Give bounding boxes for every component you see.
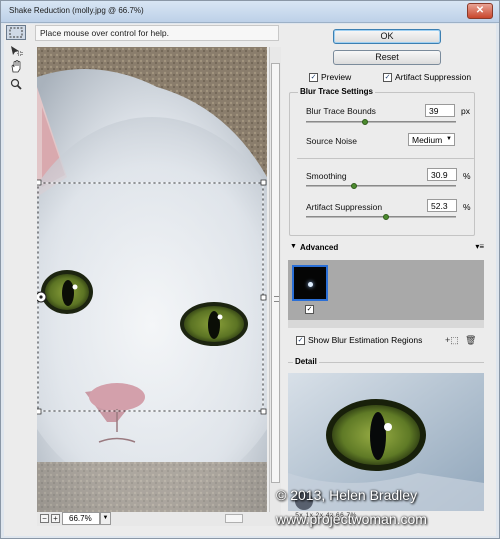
chevron-down-icon: ▼ <box>446 136 452 142</box>
vertical-scroll-thumb[interactable] <box>271 63 280 483</box>
source-noise-label: Source Noise <box>306 136 358 146</box>
thumbnails-footer <box>288 320 484 328</box>
blur-trace-bounds-knob[interactable] <box>362 119 368 125</box>
zoom-dropdown-icon[interactable]: ▼ <box>100 512 111 525</box>
marquee-tool-icon[interactable] <box>6 25 26 40</box>
artifact-suppression-checkbox[interactable]: ✓ Artifact Suppression <box>383 72 471 82</box>
blur-trace-mark <box>308 282 313 287</box>
close-icon[interactable]: ✕ <box>467 3 493 19</box>
artifact-suppression-slider[interactable] <box>306 214 456 220</box>
trash-icon[interactable]: 🗑 <box>465 335 476 346</box>
toolbox <box>4 25 32 95</box>
zoom-tool-icon[interactable] <box>6 76 26 91</box>
artifact-check-icon[interactable]: ✓ <box>383 72 392 82</box>
blur-trace-tool-icon[interactable] <box>6 42 26 57</box>
artifact-suppression-knob[interactable] <box>383 214 389 220</box>
preview-check-icon[interactable]: ✓ <box>309 72 318 82</box>
window-title: Shake Reduction (molly.jpg @ 66.7%) <box>9 6 144 15</box>
zoom-in-button[interactable]: + <box>51 514 60 523</box>
smoothing-knob[interactable] <box>351 183 357 189</box>
smoothing-label: Smoothing <box>306 171 347 181</box>
artifact-suppression-field[interactable]: 52.3 <box>427 199 457 212</box>
help-text: Place mouse over control for help. <box>40 28 169 38</box>
add-blur-trace-icon[interactable]: +⬚ <box>445 335 459 346</box>
show-blur-regions-label: Show Blur Estimation Regions <box>308 335 423 345</box>
hand-tool-icon[interactable] <box>6 59 26 74</box>
source-noise-value: Medium <box>412 135 443 145</box>
zoom-level-field[interactable]: 66.7% <box>62 512 100 525</box>
artifact-suppression-label: Artifact Suppression <box>395 72 472 82</box>
collapse-triangle-icon[interactable]: ▼ <box>290 243 297 250</box>
vertical-scrollbar[interactable] <box>269 47 281 512</box>
blur-trace-settings-title: Blur Trace Settings <box>298 87 375 96</box>
preview-label: Preview <box>321 72 352 82</box>
zoom-out-button[interactable]: − <box>40 514 49 523</box>
artifact-suppression-amount-label: Artifact Suppression <box>306 202 383 212</box>
thumbnail-enable-checkbox[interactable]: ✓ <box>305 305 314 314</box>
smoothing-field[interactable]: 30.9 <box>427 168 457 181</box>
blur-trace-thumbnail[interactable] <box>292 265 328 301</box>
title-bar: Shake Reduction (molly.jpg @ 66.7%) ✕ <box>1 1 499 23</box>
cat-photo <box>37 47 267 512</box>
image-canvas[interactable] <box>37 47 267 512</box>
blur-trace-bounds-slider[interactable] <box>306 119 456 125</box>
advanced-panel-header[interactable]: ▼ Advanced ▾≡ <box>288 242 484 254</box>
smoothing-unit: % <box>463 171 471 181</box>
blur-trace-bounds-label: Blur Trace Bounds <box>306 106 376 116</box>
reset-button[interactable]: Reset <box>333 50 441 65</box>
smoothing-slider[interactable] <box>306 183 456 189</box>
preview-checkbox[interactable]: ✓ Preview <box>309 72 351 82</box>
advanced-title: Advanced <box>300 243 339 252</box>
show-regions-check-icon[interactable]: ✓ <box>296 335 305 345</box>
horizontal-scroll-thumb[interactable] <box>225 514 243 523</box>
divider <box>297 158 474 159</box>
ok-button[interactable]: OK <box>333 29 441 44</box>
help-bar: Place mouse over control for help. <box>35 25 279 41</box>
show-blur-regions-checkbox[interactable]: ✓ Show Blur Estimation Regions <box>296 335 422 345</box>
source-noise-select[interactable]: Medium ▼ <box>408 133 455 146</box>
panel-menu-icon[interactable]: ▾≡ <box>475 242 484 251</box>
copyright-watermark: © 2013, Helen Bradley <box>276 487 418 503</box>
website-watermark: www.projectwoman.com <box>276 511 427 527</box>
artifact-suppression-unit: % <box>463 202 471 212</box>
blur-trace-bounds-unit: px <box>461 106 470 116</box>
blur-trace-bounds-field[interactable]: 39 <box>425 104 455 117</box>
detail-title: Detail <box>293 357 319 366</box>
